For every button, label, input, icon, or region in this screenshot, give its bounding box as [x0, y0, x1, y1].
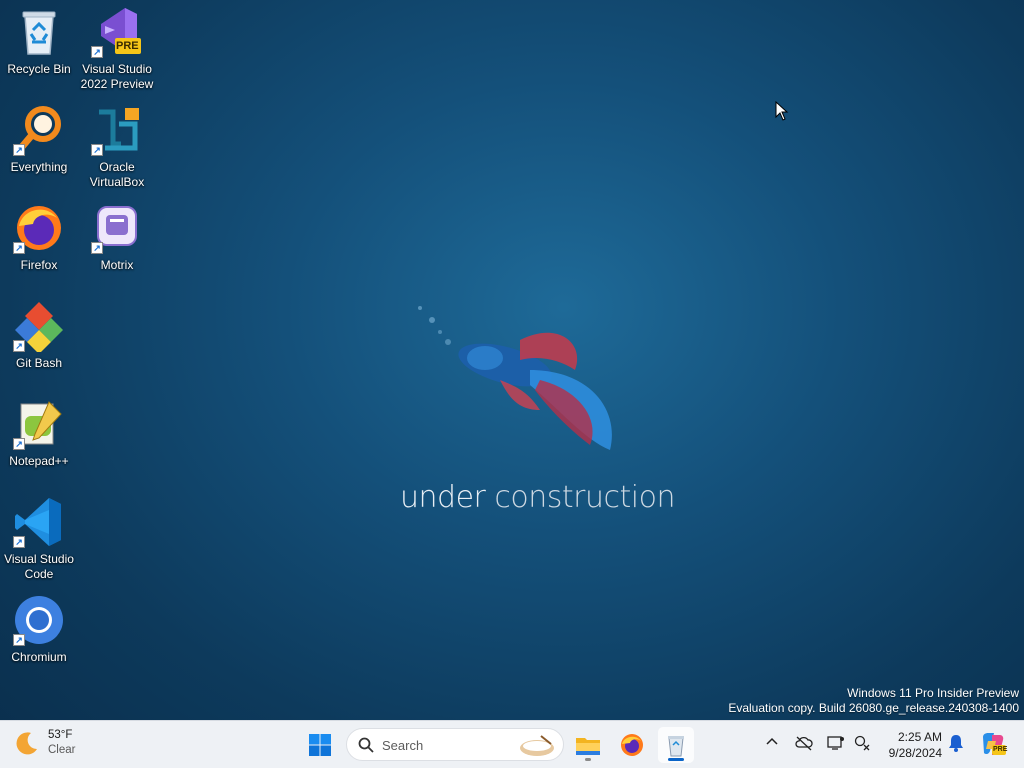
desktop-icon-recycle-bin[interactable]: Recycle Bin — [0, 6, 78, 77]
wallpaper-text-construction: construction — [485, 480, 675, 515]
desktop-icon-chromium[interactable]: ↗ Chromium — [0, 594, 78, 665]
watermark-line-1: Windows 11 Pro Insider Preview — [847, 686, 1019, 700]
git-bash-icon: ↗ — [13, 300, 65, 354]
desktop[interactable]: Recycle Bin PRE ↗ Visual Studio 2022 Pre… — [0, 0, 1024, 720]
onedrive-status[interactable] — [795, 735, 813, 756]
icon-label: Git Bash — [15, 356, 63, 370]
system-clock[interactable]: 2:25 AM 9/28/2024 — [889, 729, 942, 761]
recycle-app-icon — [668, 736, 684, 757]
desktop-icon-visual-studio-code[interactable]: ↗ Visual Studio Code — [0, 496, 78, 582]
watermark-line-2: Evaluation copy. Build 26080.ge_release.… — [728, 701, 1019, 715]
shortcut-arrow-icon: ↗ — [91, 242, 103, 254]
visual-studio-icon: PRE ↗ — [91, 6, 143, 58]
shortcut-arrow-icon: ↗ — [13, 634, 25, 646]
shortcut-arrow-icon: ↗ — [13, 536, 25, 548]
shortcut-arrow-icon: ↗ — [13, 340, 25, 352]
shortcut-arrow-icon: ↗ — [91, 46, 103, 58]
active-indicator — [668, 758, 684, 761]
display-icon — [827, 736, 844, 750]
icon-label: Motrix — [100, 258, 134, 272]
wallpaper-tagline: under construction — [400, 480, 675, 515]
shortcut-arrow-icon: ↗ — [13, 144, 25, 156]
desktop-icon-motrix[interactable]: ↗ Motrix — [78, 202, 156, 273]
evaluation-watermark: Windows 11 Pro Insider Preview Evaluatio… — [728, 686, 1019, 716]
start-icon — [309, 734, 331, 756]
firefox-icon: ↗ — [13, 202, 65, 254]
moon-icon — [16, 732, 37, 755]
weather-condition: Clear — [48, 744, 76, 756]
copilot-pre-badge: PRE — [993, 746, 1008, 753]
notifications-button[interactable] — [948, 734, 964, 757]
weather-widget[interactable]: 53°F Clear — [14, 728, 75, 758]
icon-label: Notepad++ — [9, 454, 69, 468]
virtualbox-icon: ↗ — [91, 104, 143, 156]
clock-date: 9/28/2024 — [888, 746, 942, 760]
display-status[interactable] — [827, 735, 845, 756]
weather-temperature: 53°F — [48, 729, 73, 741]
search-icon — [358, 737, 374, 753]
firefox-icon — [621, 734, 643, 756]
icon-label: Visual Studio Code — [4, 552, 74, 581]
taskbar-active-app[interactable] — [658, 727, 694, 763]
notification-bell-icon — [949, 735, 963, 752]
motrix-icon: ↗ — [91, 202, 143, 254]
desktop-icon-firefox[interactable]: ↗ Firefox — [0, 202, 78, 273]
notepad-plus-plus-icon: ↗ — [13, 398, 65, 450]
desktop-icon-notepad-plus-plus[interactable]: ↗ Notepad++ — [0, 398, 78, 469]
desktop-icon-git-bash[interactable]: ↗ Git Bash — [0, 300, 78, 371]
desktop-icon-everything[interactable]: ↗ Everything — [0, 104, 78, 175]
show-hidden-icons-button[interactable] — [765, 735, 779, 754]
icon-label: Firefox — [20, 258, 58, 272]
search-placeholder: Search — [382, 738, 424, 753]
icon-label: Recycle Bin — [7, 62, 71, 76]
mouse-cursor-icon — [775, 100, 789, 126]
vscode-icon: ↗ — [13, 496, 65, 548]
desktop-icon-visual-studio-preview[interactable]: PRE ↗ Visual Studio 2022 Preview — [78, 6, 156, 92]
wallpaper-betta-fish — [410, 300, 640, 470]
onedrive-icon — [795, 736, 813, 751]
file-explorer-icon — [576, 738, 600, 755]
running-indicator — [585, 758, 591, 761]
network-icon — [854, 735, 870, 751]
icon-label: Visual Studio 2022 Preview — [80, 62, 154, 91]
desktop-icon-oracle-virtualbox[interactable]: ↗ Oracle VirtualBox — [78, 104, 156, 190]
icon-label: Oracle VirtualBox — [89, 160, 145, 189]
shortcut-arrow-icon: ↗ — [91, 144, 103, 156]
wallpaper-text-under: under — [400, 480, 486, 515]
taskbar-search-box[interactable]: Search — [346, 728, 564, 761]
icon-label: Everything — [10, 160, 68, 174]
pre-badge: PRE — [116, 40, 139, 52]
shortcut-arrow-icon: ↗ — [13, 438, 25, 450]
clock-time: 2:25 AM — [897, 730, 942, 744]
search-highlight-icon — [520, 735, 554, 756]
network-status[interactable] — [854, 735, 870, 756]
chromium-icon: ↗ — [13, 594, 65, 646]
everything-icon: ↗ — [13, 104, 65, 156]
copilot-icon — [983, 733, 1006, 755]
start-button[interactable] — [302, 727, 338, 763]
shortcut-arrow-icon: ↗ — [13, 242, 25, 254]
icon-label: Chromium — [11, 650, 67, 664]
taskbar-firefox[interactable] — [614, 727, 650, 763]
recycle-bin-icon — [13, 6, 65, 58]
chevron-up-icon — [766, 737, 778, 745]
taskbar-file-explorer[interactable] — [570, 727, 606, 763]
taskbar: 53°F Clear Search 2:25 AM 9/28/2024 PRE — [0, 720, 1024, 768]
copilot-button[interactable]: PRE — [980, 731, 1008, 762]
